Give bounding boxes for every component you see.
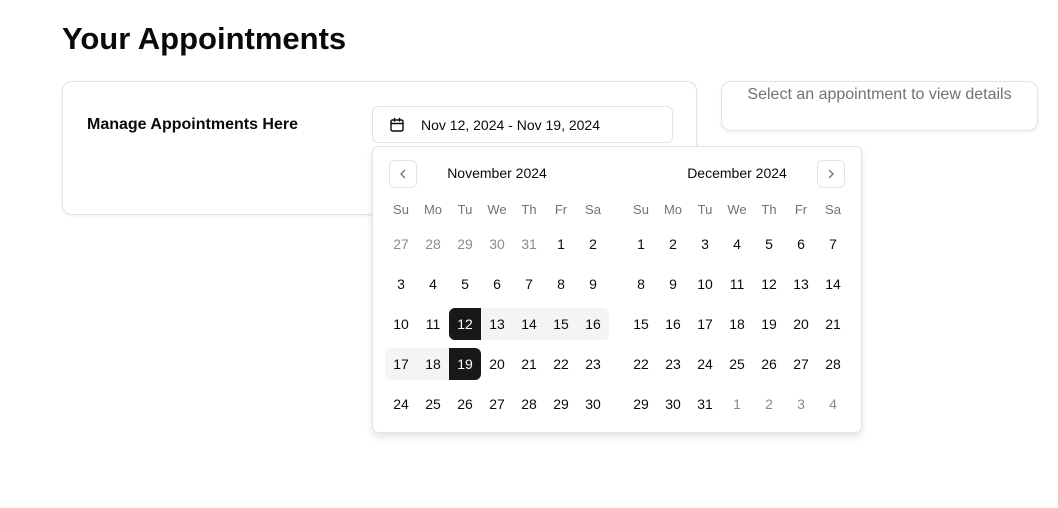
calendar-day[interactable]: 12: [449, 308, 481, 340]
calendar-day[interactable]: 25: [721, 348, 753, 380]
calendar-day[interactable]: 24: [385, 388, 417, 420]
calendar-day[interactable]: 28: [417, 228, 449, 260]
calendar-day[interactable]: 14: [513, 308, 545, 340]
calendar-day[interactable]: 31: [689, 388, 721, 420]
calendar-day[interactable]: 18: [417, 348, 449, 380]
calendar-day[interactable]: 3: [785, 388, 817, 420]
weekday-label: Fr: [554, 202, 568, 217]
calendar-day[interactable]: 1: [721, 388, 753, 420]
calendar-day[interactable]: 2: [657, 228, 689, 260]
page-title: Your Appointments: [62, 21, 347, 56]
weekday-label: Su: [393, 202, 409, 217]
weekday-label: We: [487, 202, 507, 217]
calendar-day[interactable]: 13: [481, 308, 513, 340]
month-caption: December 2024: [687, 165, 787, 181]
calendar-day[interactable]: 29: [449, 228, 481, 260]
calendar-day[interactable]: 11: [417, 308, 449, 340]
day-grid: 1 2 3 4 5 6 7 8 9 10 11 12 13 14 15 16 17 18 19 20 21 22 23 24 2…: [625, 228, 849, 420]
calendar-day[interactable]: 4: [721, 228, 753, 260]
calendar-day[interactable]: 3: [689, 228, 721, 260]
calendar-day[interactable]: 19: [753, 308, 785, 340]
calendar-day[interactable]: 22: [625, 348, 657, 380]
calendar-day[interactable]: 9: [657, 268, 689, 300]
calendar-day[interactable]: 28: [513, 388, 545, 420]
calendar-day[interactable]: 27: [481, 388, 513, 420]
appointment-details-placeholder: Select an appointment to view details: [747, 86, 1012, 103]
calendar-day[interactable]: 1: [625, 228, 657, 260]
calendar-day[interactable]: 25: [417, 388, 449, 420]
calendar-day[interactable]: 28: [817, 348, 849, 380]
calendar-day[interactable]: 12: [753, 268, 785, 300]
calendar-day[interactable]: 5: [449, 268, 481, 300]
calendar-day[interactable]: 21: [817, 308, 849, 340]
calendar-day[interactable]: 19: [449, 348, 481, 380]
weekday-label: Th: [761, 202, 777, 217]
calendar-day[interactable]: 30: [481, 228, 513, 260]
calendar-day[interactable]: 17: [689, 308, 721, 340]
calendar-day[interactable]: 2: [577, 228, 609, 260]
calendar-day[interactable]: 4: [817, 388, 849, 420]
calendar-day[interactable]: 1: [545, 228, 577, 260]
calendar-day[interactable]: 16: [577, 308, 609, 340]
calendar-day[interactable]: 3: [385, 268, 417, 300]
calendar-day[interactable]: 2: [753, 388, 785, 420]
calendar-day[interactable]: 15: [545, 308, 577, 340]
date-range-label: Nov 12, 2024 - Nov 19, 2024: [421, 116, 601, 133]
calendar-day[interactable]: 9: [577, 268, 609, 300]
calendar-day[interactable]: 27: [785, 348, 817, 380]
manage-appointments-title: Manage Appointments Here: [87, 116, 298, 133]
date-range-calendar-popover: November 2024 Su Mo Tu We Th Fr Sa 27 28 29 30 31 1…: [372, 146, 862, 433]
calendar-day[interactable]: 30: [657, 388, 689, 420]
calendar-day[interactable]: 24: [689, 348, 721, 380]
calendar-day[interactable]: 10: [689, 268, 721, 300]
date-range-picker-button[interactable]: Nov 12, 2024 - Nov 19, 2024: [372, 106, 673, 143]
calendar-day[interactable]: 6: [785, 228, 817, 260]
calendar-day[interactable]: 20: [481, 348, 513, 380]
calendar-day[interactable]: 27: [385, 228, 417, 260]
calendar-day[interactable]: 21: [513, 348, 545, 380]
calendar-day[interactable]: 16: [657, 308, 689, 340]
day-grid: 27 28 29 30 31 1 2 3 4 5 6 7 8 9 10 11 12 13 14 15 16 17 18 19 2…: [385, 228, 609, 420]
calendar-day[interactable]: 23: [657, 348, 689, 380]
appointment-details-card: Select an appointment to view details: [721, 81, 1038, 131]
month-caption: November 2024: [447, 165, 547, 181]
calendar-day[interactable]: 8: [545, 268, 577, 300]
calendar-day[interactable]: 18: [721, 308, 753, 340]
calendar-icon: [389, 117, 405, 133]
calendar-day[interactable]: 10: [385, 308, 417, 340]
weekday-label: Sa: [585, 202, 601, 217]
calendar-day[interactable]: 29: [625, 388, 657, 420]
weekday-label: Tu: [457, 202, 473, 217]
calendar-day[interactable]: 4: [417, 268, 449, 300]
weekday-header-row: Su Mo Tu We Th Fr Sa: [625, 202, 849, 218]
weekday-header-row: Su Mo Tu We Th Fr Sa: [385, 202, 609, 218]
calendar-day[interactable]: 29: [545, 388, 577, 420]
calendar-day[interactable]: 7: [817, 228, 849, 260]
weekday-label: Fr: [794, 202, 808, 217]
calendar-day[interactable]: 15: [625, 308, 657, 340]
weekday-label: Mo: [423, 202, 443, 217]
calendar-day[interactable]: 6: [481, 268, 513, 300]
calendar-day[interactable]: 30: [577, 388, 609, 420]
calendar-day[interactable]: 5: [753, 228, 785, 260]
weekday-label: Sa: [825, 202, 841, 217]
calendar-day[interactable]: 11: [721, 268, 753, 300]
calendar-day[interactable]: 20: [785, 308, 817, 340]
calendar-day[interactable]: 17: [385, 348, 417, 380]
calendar-day[interactable]: 13: [785, 268, 817, 300]
calendar-day[interactable]: 22: [545, 348, 577, 380]
calendar-day[interactable]: 8: [625, 268, 657, 300]
weekday-label: We: [727, 202, 747, 217]
weekday-label: Su: [633, 202, 649, 217]
calendar-day[interactable]: 26: [753, 348, 785, 380]
calendar-day[interactable]: 7: [513, 268, 545, 300]
weekday-label: Mo: [663, 202, 683, 217]
weekday-label: Th: [521, 202, 537, 217]
calendar-day[interactable]: 14: [817, 268, 849, 300]
calendar-day[interactable]: 31: [513, 228, 545, 260]
weekday-label: Tu: [697, 202, 713, 217]
calendar-day[interactable]: 23: [577, 348, 609, 380]
calendar-day[interactable]: 26: [449, 388, 481, 420]
